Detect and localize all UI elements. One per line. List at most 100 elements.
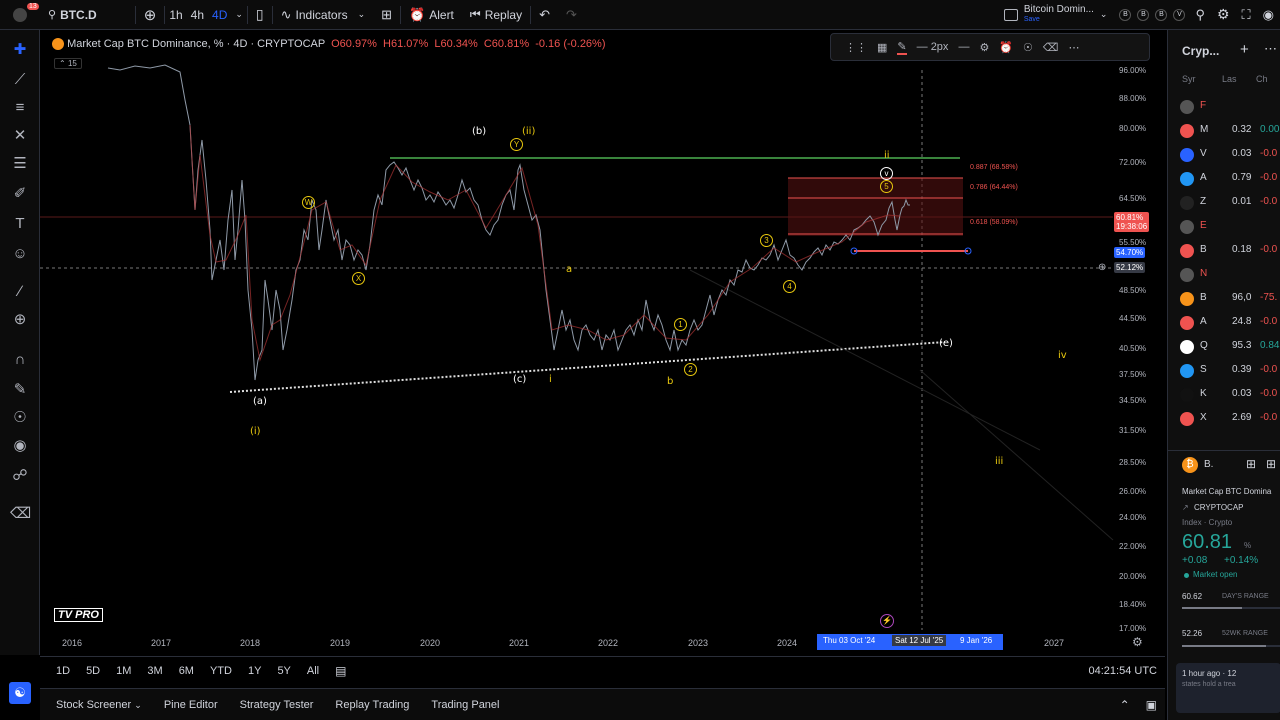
watchlist-row[interactable]: S 0.39 -0.0	[1168, 360, 1280, 382]
more-icon[interactable]: ⋯	[1068, 41, 1079, 54]
range-1m[interactable]: 1M	[108, 665, 139, 677]
link-icon[interactable]: ☍	[10, 466, 30, 486]
layout-button[interactable]: Bitcoin Domin... Save ⌄	[996, 0, 1116, 30]
alert-icon[interactable]: ⏰	[999, 41, 1013, 54]
lock-icon[interactable]: ☉	[1023, 41, 1033, 54]
watchlist-row[interactable]: V 0.03 -0.0	[1168, 144, 1280, 166]
symbol-search-button[interactable]: ⚲ BTC.D	[40, 0, 105, 30]
lock-icon[interactable]: ☉	[10, 408, 30, 428]
zoom-icon[interactable]: ⊕	[10, 310, 30, 330]
watchlist-row[interactable]: N	[1168, 264, 1280, 286]
watchlist-row[interactable]: Z 0.01 -0.0	[1168, 192, 1280, 214]
line-style-icon[interactable]: —	[958, 41, 969, 53]
interval-dropdown[interactable]: ⌄	[231, 0, 247, 30]
time-axis[interactable]: 2016 2017 2018 2019 2020 2021 2022 2023 …	[40, 632, 1113, 652]
shortcut-buttons[interactable]: B B B V	[1115, 0, 1189, 30]
line-width-button[interactable]: — 2px	[917, 41, 949, 53]
pencil-color-icon[interactable]: ✎	[897, 40, 907, 55]
range-5d[interactable]: 5D	[78, 665, 108, 677]
redo-button[interactable]: ↷	[558, 0, 585, 30]
watchlist-row[interactable]: B 96,0 -75.	[1168, 288, 1280, 310]
projection-line-2	[689, 269, 1041, 451]
tab-replay-trading[interactable]: Replay Trading	[327, 699, 417, 711]
trend-line-icon[interactable]: ⟋	[10, 70, 30, 90]
range-1y[interactable]: 1Y	[240, 665, 269, 677]
eye-icon[interactable]: ◉	[10, 436, 30, 456]
axis-settings-icon[interactable]: ⚙	[1132, 635, 1143, 649]
watchlist-title[interactable]: Cryp...	[1182, 44, 1219, 58]
emoji-icon[interactable]: ☺	[10, 244, 30, 264]
horizontal-lines-icon[interactable]: ≡	[10, 98, 30, 118]
fullscreen-button[interactable]: ⛶	[1236, 0, 1257, 30]
add-symbol-icon[interactable]: +	[1240, 41, 1249, 58]
watchlist-row[interactable]: X 2.69 -0.0	[1168, 408, 1280, 430]
grid-icon[interactable]: ⊞	[1246, 457, 1256, 471]
settings-button[interactable]: ⚙	[1211, 0, 1236, 30]
news-item[interactable]: 1 hour ago · 12 states hold a trea	[1176, 663, 1280, 713]
range-1d[interactable]: 1D	[40, 665, 78, 677]
templates-button[interactable]: ⊞	[373, 0, 400, 30]
ruler-icon[interactable]: ∕	[10, 282, 30, 302]
col-symbol[interactable]: Syr	[1182, 74, 1196, 84]
brush-icon[interactable]: ✐	[10, 184, 30, 204]
range-ytd[interactable]: YTD	[202, 665, 240, 677]
layout-icon[interactable]: ⊞	[1266, 457, 1276, 471]
indicators-button[interactable]: ∿ Indicators ⌄	[273, 0, 373, 30]
pencil-lock-icon[interactable]: ✎	[10, 380, 30, 400]
compare-button[interactable]: ⊕	[136, 0, 165, 30]
watchlist-row[interactable]: B 0.18 -0.0	[1168, 240, 1280, 262]
interval-1h[interactable]: 1h	[165, 0, 186, 30]
legend-title[interactable]: Market Cap BTC Dominance, % · 4D · CRYPT…	[67, 38, 325, 50]
search-button[interactable]: ⚲	[1189, 0, 1211, 30]
price-axis[interactable]: 96.00% 88.00% 80.00% 72.00% 64.50% 55.50…	[1113, 60, 1165, 633]
maximize-panel-icon[interactable]: ▣	[1138, 698, 1165, 712]
chart-pane[interactable]: (a) (i) (b) (ii) (c) i a b (e) iv iii ii…	[40, 30, 1165, 655]
replay-button[interactable]: ⏮ Replay	[462, 0, 530, 30]
fib-icon[interactable]: ☰	[10, 154, 30, 174]
chart-type-button[interactable]: ▯	[248, 0, 272, 30]
col-last[interactable]: Las	[1222, 74, 1237, 84]
watchlist-row[interactable]: M 0.32 0.00	[1168, 120, 1280, 142]
magnet-icon[interactable]: ∩	[10, 350, 30, 370]
settings-icon[interactable]: ⚙	[979, 41, 989, 54]
drag-handle-icon[interactable]: ⋮⋮	[845, 41, 867, 54]
range-3m[interactable]: 3M	[139, 665, 170, 677]
range-all[interactable]: All	[299, 665, 327, 677]
watchlist-row[interactable]: A 24.8 -0.0	[1168, 312, 1280, 334]
crosshair-icon[interactable]: ✚	[10, 40, 30, 60]
watchlist-row[interactable]: F	[1168, 96, 1280, 118]
col-change[interactable]: Ch	[1256, 74, 1268, 84]
templates-icon[interactable]: ▦	[877, 41, 887, 54]
alert-button[interactable]: ⏰ Alert	[401, 0, 462, 30]
watchlist-row[interactable]: Q 95.3 0.84	[1168, 336, 1280, 358]
notifications-button[interactable]: 13	[0, 0, 40, 30]
snapshot-button[interactable]: ◉	[1257, 0, 1280, 30]
tab-stock-screener[interactable]: Stock Screener ⌄	[40, 699, 150, 711]
tab-trading-panel[interactable]: Trading Panel	[423, 699, 507, 711]
watchlist-change: 0.00	[1260, 124, 1280, 135]
range-5y[interactable]: 5Y	[269, 665, 298, 677]
trash-icon[interactable]: ⌫	[10, 504, 31, 524]
utc-clock[interactable]: 04:21:54 UTC	[1081, 665, 1165, 677]
external-link-icon[interactable]: ↗	[1182, 503, 1189, 512]
help-button[interactable]: ☯	[9, 682, 31, 704]
more-icon[interactable]: ⋯	[1264, 41, 1277, 57]
trash-icon[interactable]: ⌫	[1043, 41, 1059, 54]
interval-4h[interactable]: 4h	[187, 0, 208, 30]
text-icon[interactable]: T	[10, 214, 30, 234]
price-tick: 80.00%	[1119, 124, 1147, 133]
undo-button[interactable]: ↶	[531, 0, 558, 30]
collapse-panel-icon[interactable]: ⌃	[1112, 698, 1138, 712]
interval-4d[interactable]: 4D	[208, 0, 231, 30]
pitchfork-icon[interactable]: ✕	[10, 126, 30, 146]
date-range-icon[interactable]: ▤	[327, 664, 354, 678]
watchlist-row[interactable]: E	[1168, 216, 1280, 238]
tab-strategy-tester[interactable]: Strategy Tester	[232, 699, 322, 711]
watchlist-row[interactable]: K 0.03 -0.0	[1168, 384, 1280, 406]
watchlist-row[interactable]: A 0.79 -0.0	[1168, 168, 1280, 190]
add-alert-icon[interactable]: ⊕	[1098, 262, 1106, 273]
indicator-count-badge[interactable]: ⌃ 15	[54, 58, 82, 69]
range-6m[interactable]: 6M	[171, 665, 202, 677]
tab-pine-editor[interactable]: Pine Editor	[156, 699, 226, 711]
event-marker-icon[interactable]: ⚡	[880, 614, 894, 628]
